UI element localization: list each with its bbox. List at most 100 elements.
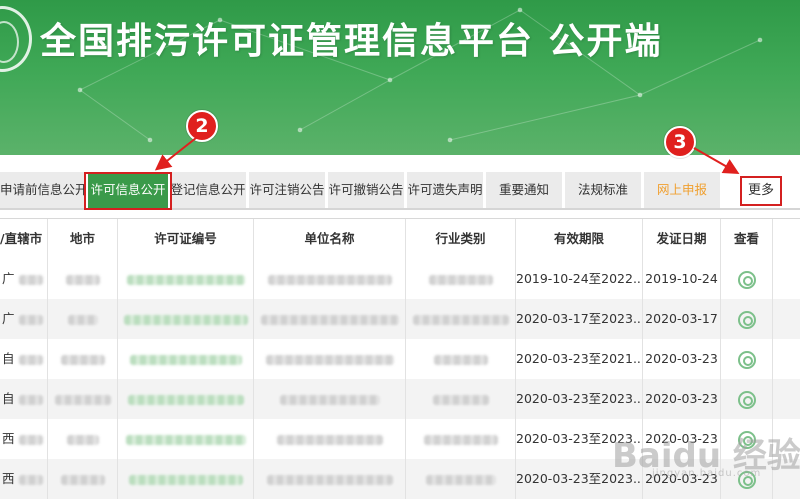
cell-validity: 2020-03-23至2023... bbox=[516, 379, 643, 419]
cell-view bbox=[721, 339, 773, 379]
redacted-text bbox=[267, 274, 392, 285]
redacted-text bbox=[18, 354, 43, 365]
redacted-text bbox=[428, 274, 493, 285]
redacted-text bbox=[67, 314, 98, 325]
redacted-text bbox=[265, 354, 394, 365]
search-icon[interactable] bbox=[737, 270, 756, 289]
tab-license-cancellation[interactable]: 许可注销公告 bbox=[249, 172, 325, 208]
redacted-text bbox=[60, 354, 105, 365]
cell-industry bbox=[406, 419, 516, 459]
column-header-view: 查看 bbox=[721, 219, 773, 259]
redacted-text bbox=[123, 314, 248, 325]
redacted-text bbox=[18, 394, 43, 405]
site-title: 全国排污许可证管理信息平台 公开端 bbox=[40, 21, 663, 62]
cell-city bbox=[48, 419, 118, 459]
cell-validity: 2020-03-17至2023... bbox=[516, 299, 643, 339]
redacted-text bbox=[60, 474, 105, 485]
table-header-row: /直辖市 地市 许可证编号 单位名称 行业类别 有效期限 发证日期 查看 bbox=[0, 219, 800, 259]
column-header-license-number: 许可证编号 bbox=[118, 219, 254, 259]
redacted-text bbox=[65, 274, 100, 285]
cell-issue-date: 2019-10-24 bbox=[643, 259, 721, 299]
table-row[interactable]: 自 2020-03-23至2021... 2020-03-23 bbox=[0, 339, 800, 379]
cell-issue-date: 2020-03-23 bbox=[643, 339, 721, 379]
province-text: 西 bbox=[2, 471, 15, 486]
cell-view bbox=[721, 299, 773, 339]
redacted-text bbox=[425, 474, 496, 485]
search-icon[interactable] bbox=[737, 350, 756, 369]
tab-regulations[interactable]: 法规标准 bbox=[565, 172, 641, 208]
tab-license-revocation[interactable]: 许可撤销公告 bbox=[328, 172, 404, 208]
tab-registration-disclosure[interactable]: 登记信息公开 bbox=[170, 172, 246, 208]
province-text: 西 bbox=[2, 431, 15, 446]
cell-unit-name bbox=[254, 259, 406, 299]
column-header-industry: 行业类别 bbox=[406, 219, 516, 259]
redacted-text bbox=[412, 314, 509, 325]
tab-online-apply[interactable]: 网上申报 bbox=[644, 172, 720, 208]
cell-license-number bbox=[118, 419, 254, 459]
cell-city bbox=[48, 339, 118, 379]
table-row[interactable]: 自 2020-03-23至2023... 2020-03-23 bbox=[0, 379, 800, 419]
tab-license-loss[interactable]: 许可遗失声明 bbox=[407, 172, 483, 208]
column-header-validity: 有效期限 bbox=[516, 219, 643, 259]
table-row[interactable]: 广 2020-03-17至2023... 2020-03-17 bbox=[0, 299, 800, 339]
redacted-text bbox=[260, 314, 399, 325]
cell-unit-name bbox=[254, 299, 406, 339]
province-text: 广 bbox=[2, 311, 15, 326]
redacted-text bbox=[129, 354, 242, 365]
cell-issue-date: 2020-03-23 bbox=[643, 379, 721, 419]
cell-city bbox=[48, 259, 118, 299]
tab-bar: 申请前信息公开 许可信息公开 登记信息公开 许可注销公告 许可撤销公告 许可遗失… bbox=[0, 172, 800, 210]
redacted-text bbox=[54, 394, 111, 405]
tab-important-notice[interactable]: 重要通知 bbox=[486, 172, 562, 208]
cell-industry bbox=[406, 339, 516, 379]
column-header-province: /直辖市 bbox=[0, 219, 48, 259]
cell-city bbox=[48, 299, 118, 339]
redacted-text bbox=[126, 274, 245, 285]
redacted-text bbox=[128, 474, 243, 485]
redacted-text bbox=[279, 394, 380, 405]
table-row[interactable]: 广 2019-10-24至2022... 2019-10-24 bbox=[0, 259, 800, 299]
column-header-issue-date: 发证日期 bbox=[643, 219, 721, 259]
redacted-text bbox=[266, 474, 393, 485]
search-icon[interactable] bbox=[737, 310, 756, 329]
cell-license-number bbox=[118, 379, 254, 419]
redacted-text bbox=[18, 274, 43, 285]
cell-province: 西 bbox=[0, 459, 48, 499]
redacted-text bbox=[433, 354, 488, 365]
cell-unit-name bbox=[254, 339, 406, 379]
cell-province: 自 bbox=[0, 339, 48, 379]
cell-city bbox=[48, 459, 118, 499]
province-text: 广 bbox=[2, 271, 15, 286]
cell-industry bbox=[406, 459, 516, 499]
cell-validity: 2020-03-23至2021... bbox=[516, 339, 643, 379]
cell-industry bbox=[406, 299, 516, 339]
cell-province: 广 bbox=[0, 299, 48, 339]
redacted-text bbox=[18, 434, 43, 445]
column-header-unit-name: 单位名称 bbox=[254, 219, 406, 259]
cell-validity: 2019-10-24至2022... bbox=[516, 259, 643, 299]
tab-license-disclosure[interactable]: 许可信息公开 bbox=[88, 172, 168, 208]
province-text: 自 bbox=[2, 391, 15, 406]
cell-province: 广 bbox=[0, 259, 48, 299]
redacted-text bbox=[423, 434, 498, 445]
cell-license-number bbox=[118, 459, 254, 499]
cell-unit-name bbox=[254, 419, 406, 459]
redacted-text bbox=[66, 434, 99, 445]
redacted-text bbox=[276, 434, 383, 445]
cell-unit-name bbox=[254, 459, 406, 499]
cell-province: 自 bbox=[0, 379, 48, 419]
redacted-text bbox=[432, 394, 489, 405]
step-badge-2: 2 bbox=[186, 110, 218, 142]
redacted-text bbox=[127, 394, 244, 405]
cell-license-number bbox=[118, 339, 254, 379]
cell-province: 西 bbox=[0, 419, 48, 459]
search-icon[interactable] bbox=[737, 390, 756, 409]
tab-more[interactable]: 更多 bbox=[740, 176, 782, 206]
step-badge-3: 3 bbox=[664, 126, 696, 158]
cell-city bbox=[48, 379, 118, 419]
tab-pre-application-disclosure[interactable]: 申请前信息公开 bbox=[0, 172, 84, 208]
cell-view bbox=[721, 379, 773, 419]
cell-industry bbox=[406, 259, 516, 299]
cell-unit-name bbox=[254, 379, 406, 419]
redacted-text bbox=[18, 474, 43, 485]
